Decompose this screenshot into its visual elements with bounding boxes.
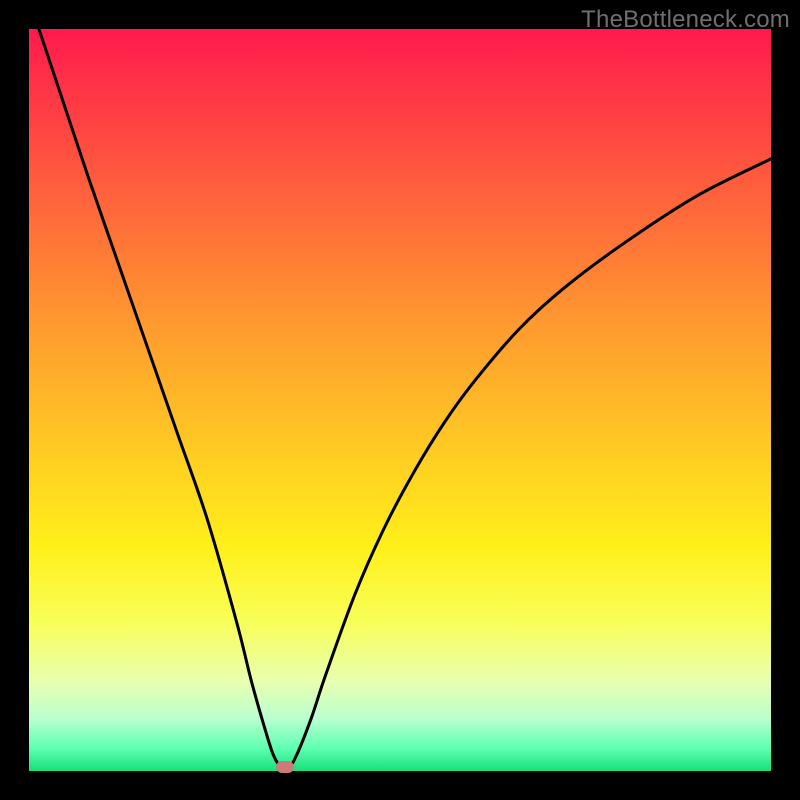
plot-area <box>29 29 771 771</box>
watermark-text: TheBottleneck.com <box>581 6 790 34</box>
minimum-marker <box>276 761 294 773</box>
chart-frame: TheBottleneck.com <box>0 0 800 800</box>
curve-overlay <box>29 29 771 771</box>
bottleneck-curve <box>29 29 771 769</box>
